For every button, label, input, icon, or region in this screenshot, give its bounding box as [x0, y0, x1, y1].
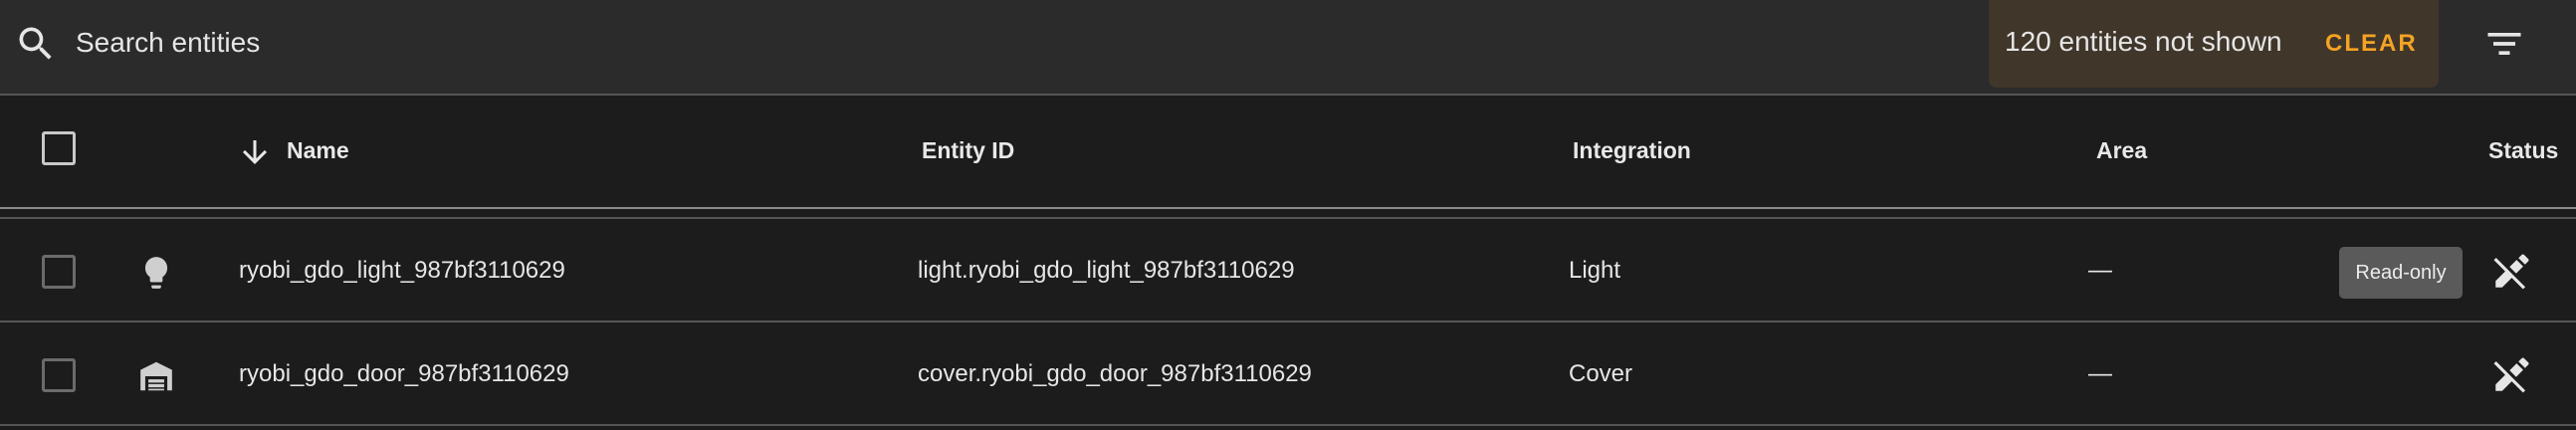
- entity-name: ryobi_gdo_light_987bf3110629: [239, 257, 565, 284]
- hidden-entities-notice: 120 entities not shown CLEAR: [1989, 0, 2439, 88]
- column-header-integration[interactable]: Integration: [1573, 137, 1691, 164]
- lightbulb-icon: [144, 257, 168, 289]
- column-header-name[interactable]: Name: [287, 137, 349, 164]
- header-divider: [0, 211, 2576, 219]
- column-header-area[interactable]: Area: [2096, 137, 2147, 164]
- select-all-checkbox[interactable]: [42, 131, 76, 165]
- search-icon[interactable]: [14, 22, 58, 66]
- table-header: Name Entity ID Integration Area Status: [0, 98, 2576, 209]
- entity-id: cover.ryobi_gdo_door_987bf3110629: [918, 360, 1312, 387]
- read-only-badge: Read-only: [2339, 247, 2463, 299]
- pencil-off-icon: [2493, 254, 2529, 290]
- entity-integration: Light: [1569, 257, 1621, 284]
- entity-area: —: [2088, 360, 2112, 387]
- row-checkbox[interactable]: [42, 255, 76, 289]
- garage-icon: [140, 361, 172, 391]
- table-row[interactable]: ryobi_gdo_light_987bf3110629 light.ryobi…: [0, 221, 2576, 322]
- clear-filters-button[interactable]: CLEAR: [2325, 20, 2418, 68]
- row-checkbox[interactable]: [42, 358, 76, 392]
- search-bar: 120 entities not shown CLEAR: [0, 0, 2576, 96]
- entity-id: light.ryobi_gdo_light_987bf3110629: [918, 257, 1295, 284]
- column-header-status[interactable]: Status: [2488, 137, 2558, 164]
- table-row[interactable]: ryobi_gdo_door_987bf3110629 cover.ryobi_…: [0, 324, 2576, 426]
- hidden-entities-text: 120 entities not shown: [2005, 26, 2282, 57]
- entity-area: —: [2088, 257, 2112, 284]
- filter-icon[interactable]: [2482, 22, 2526, 66]
- search-input[interactable]: [76, 22, 1867, 64]
- column-header-entity-id[interactable]: Entity ID: [922, 137, 1014, 164]
- pencil-off-icon: [2493, 357, 2529, 393]
- arrow-down-icon[interactable]: [237, 133, 273, 171]
- entity-integration: Cover: [1569, 360, 1633, 387]
- entity-name: ryobi_gdo_door_987bf3110629: [239, 360, 569, 387]
